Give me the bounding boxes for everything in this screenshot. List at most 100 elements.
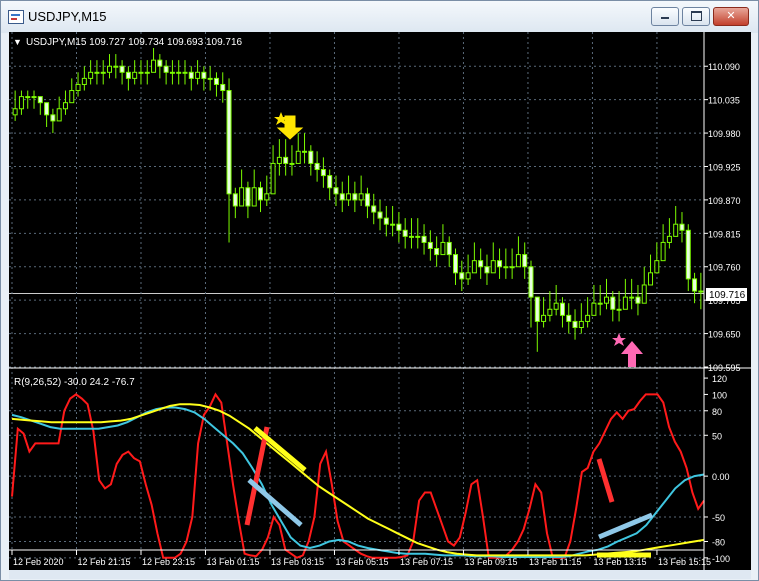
- annotation-red-line-2: [596, 458, 615, 503]
- osc-tick-label: -80: [712, 537, 725, 547]
- price-tick-label: 109.650: [708, 330, 741, 340]
- candle-body: [427, 241, 433, 250]
- candle-body: [75, 83, 81, 92]
- candle-body: [339, 193, 345, 201]
- candle-body: [264, 193, 270, 201]
- candle-body: [182, 71, 188, 74]
- star-marker-pink: [612, 333, 626, 346]
- candle-body: [44, 102, 50, 116]
- candle-body: [37, 96, 43, 104]
- osc-tick-label: 50: [712, 431, 722, 441]
- candle-body: [597, 302, 603, 305]
- price-tick-label: 109.815: [708, 229, 741, 239]
- candle-body: [440, 241, 446, 256]
- candle-body: [314, 162, 320, 171]
- candle-body: [245, 187, 251, 207]
- candle-body: [100, 71, 106, 74]
- minimize-button[interactable]: [651, 7, 679, 26]
- candle-body: [654, 260, 660, 274]
- candle-body: [585, 314, 591, 322]
- horizontal-scrollbar[interactable]: [9, 570, 751, 579]
- candle-body: [358, 193, 364, 201]
- candle-body: [497, 260, 503, 268]
- candle-body: [648, 272, 654, 286]
- osc-tick-label: -50: [712, 513, 725, 523]
- candle-body: [333, 187, 339, 195]
- candle-body: [151, 59, 157, 73]
- candle-body: [283, 156, 289, 164]
- candle-body: [616, 308, 622, 311]
- price-tick-label: 109.980: [708, 129, 741, 139]
- maximize-button[interactable]: [682, 7, 710, 26]
- candle-body: [270, 162, 276, 195]
- candle-body: [94, 71, 100, 74]
- candle-body: [559, 302, 565, 316]
- maximize-icon: [690, 11, 702, 21]
- candle-body: [125, 71, 131, 79]
- candle-body: [390, 223, 396, 226]
- candle-body: [666, 235, 672, 243]
- candle-body: [566, 314, 572, 322]
- candle-body: [31, 96, 37, 99]
- candle-body: [176, 71, 182, 74]
- candle-body: [12, 108, 18, 116]
- symbol-header: USDJPY,M15 109.727 109.734 109.693 109.7…: [26, 37, 243, 48]
- time-tick-label: 13 Feb 05:15: [335, 557, 388, 567]
- candle-body: [113, 65, 119, 68]
- candle-body: [434, 248, 440, 256]
- title-bar[interactable]: USDJPY,M15 ✕: [1, 1, 758, 33]
- candle-body: [553, 302, 559, 310]
- candle-body: [603, 296, 609, 304]
- candle-body: [257, 187, 263, 201]
- candle-body: [188, 71, 194, 79]
- candle-body: [679, 223, 685, 231]
- candle-body: [62, 102, 68, 110]
- symbol-header-arrow[interactable]: ▼: [13, 37, 22, 47]
- time-tick-label: 13 Feb 01:15: [206, 557, 259, 567]
- candle-body: [18, 96, 24, 110]
- candle-body: [364, 193, 370, 207]
- chart-area[interactable]: 110.090 110.035 109.980 109.925 109.870 109.8…: [9, 32, 751, 570]
- time-tick-label: 13 Feb 13:15: [593, 557, 646, 567]
- osc-tick-label: -100: [712, 554, 730, 564]
- osc-tick-label: 120: [712, 374, 727, 384]
- candle-body: [673, 223, 679, 237]
- candle-body: [251, 187, 257, 207]
- osc-tick-label: 80: [712, 407, 722, 417]
- candle-body: [308, 150, 314, 164]
- candle-body: [478, 260, 484, 268]
- price-tick-label: 109.925: [708, 162, 741, 172]
- close-button[interactable]: ✕: [713, 7, 749, 26]
- candle-body: [641, 284, 647, 304]
- price-tick-label: 109.760: [708, 263, 741, 273]
- price-tick-label: 110.035: [708, 96, 740, 106]
- candle-body: [169, 71, 175, 74]
- time-tick-label: 12 Feb 23:15: [142, 557, 195, 567]
- chart-svg: 110.090 110.035 109.980 109.925 109.870 109.8…: [9, 32, 751, 570]
- price-tick-label: 109.595: [708, 363, 741, 373]
- candle-body: [509, 266, 515, 269]
- price-tick-label: 109.870: [708, 196, 741, 206]
- candle-body: [396, 223, 402, 231]
- time-tick-label: 13 Feb 07:15: [400, 557, 453, 567]
- candle-body: [377, 211, 383, 219]
- candle-body: [207, 77, 213, 80]
- osc-tick-label: 0.00: [712, 472, 730, 482]
- candle-body: [132, 71, 138, 79]
- candle-body: [144, 71, 150, 74]
- osc-line-R52: [11, 403, 705, 557]
- candle-body: [610, 296, 616, 310]
- time-tick-label: 13 Feb 15:15: [658, 557, 711, 567]
- candle-body: [547, 308, 553, 316]
- up-arrow-icon: [621, 341, 643, 367]
- candle-body: [415, 235, 421, 238]
- chart-window: USDJPY,M15 ✕ 110.090 110.035 109.980 109.92…: [0, 0, 759, 581]
- time-tick-label: 13 Feb 11:15: [529, 557, 581, 567]
- candle-body: [578, 320, 584, 329]
- osc-tick-label: 100: [712, 390, 727, 400]
- oscillator-header: R(9,26,52) -30.0 24.2 -76.7: [14, 377, 135, 388]
- candle-body: [635, 296, 641, 304]
- candle-body: [371, 205, 377, 213]
- candle-body: [541, 314, 547, 322]
- candle-body: [490, 260, 496, 274]
